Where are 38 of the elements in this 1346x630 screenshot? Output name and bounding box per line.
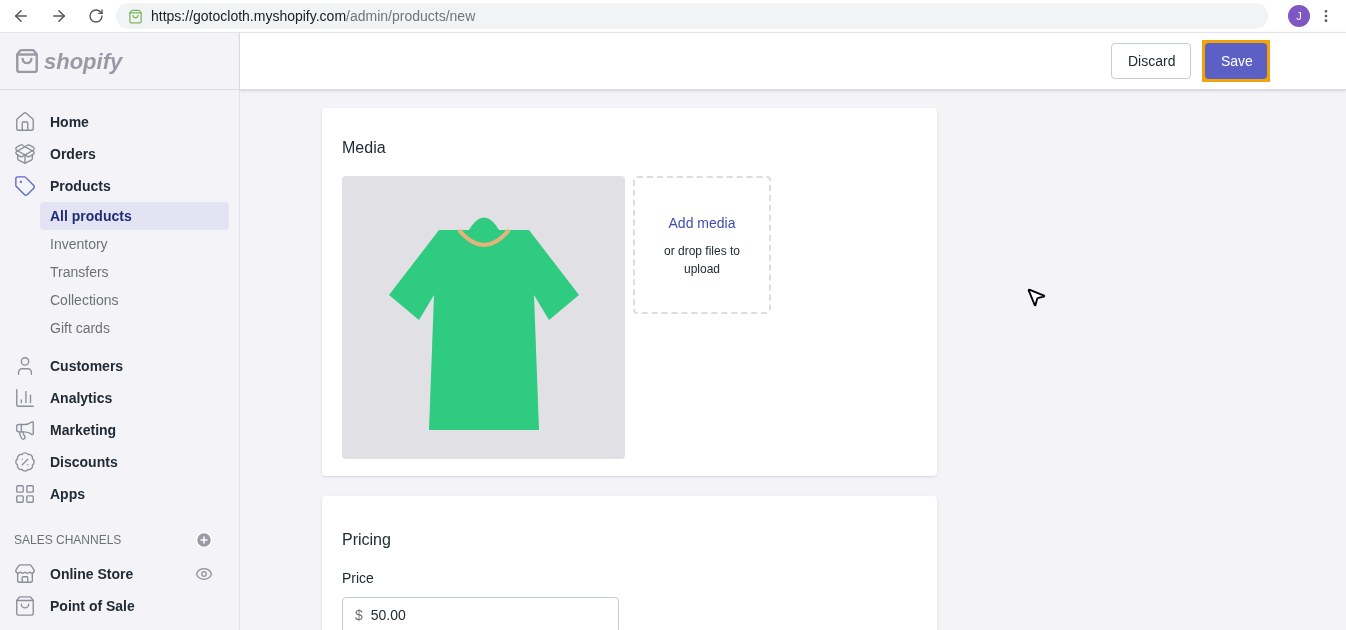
nav-item[interactable]: Marketing xyxy=(10,414,229,446)
card-title: Pricing xyxy=(342,530,392,550)
shopping-bag-icon xyxy=(128,8,143,24)
upload-dropzone[interactable]: Add media or drop files to upload xyxy=(633,176,771,314)
avatar[interactable]: J xyxy=(1288,5,1310,27)
nav-subitem[interactable]: Transfers xyxy=(40,258,229,286)
forward-icon[interactable] xyxy=(50,7,68,25)
nav-item[interactable]: Home xyxy=(10,106,229,138)
drop-hint: or drop files to upload xyxy=(662,242,741,278)
cursor-icon xyxy=(1025,286,1047,308)
back-icon[interactable] xyxy=(12,7,30,25)
reload-icon[interactable] xyxy=(88,8,104,24)
nav-item[interactable]: Discounts xyxy=(10,446,229,478)
field-label: Price xyxy=(342,569,375,588)
discard-button[interactable]: Discard xyxy=(1111,43,1191,79)
nav-subitem[interactable]: Collections xyxy=(40,286,229,314)
add-media-label: Add media xyxy=(668,213,736,233)
card-title: Media xyxy=(342,138,387,158)
nav-item[interactable]: Orders xyxy=(10,138,229,170)
logo-text: shopify xyxy=(44,47,123,76)
nav-item[interactable]: Apps xyxy=(10,478,229,510)
add-icon[interactable] xyxy=(195,531,213,549)
nav-subitem[interactable]: All products xyxy=(40,202,229,230)
address-bar[interactable]: https://gotocloth.myshopify.com/admin/products/new xyxy=(116,3,1268,29)
store-icon xyxy=(14,563,36,585)
shopping-bag-icon xyxy=(14,595,36,617)
logo-icon xyxy=(14,48,40,74)
nav-item[interactable]: Customers xyxy=(10,350,229,382)
nav-item[interactable]: Online Store xyxy=(10,558,229,590)
save-button[interactable]: Save xyxy=(1205,43,1267,79)
url-text: https://gotocloth.myshopify.com/admin/products/new xyxy=(151,6,476,26)
nav-item[interactable]: Products xyxy=(10,170,229,202)
section-heading: SALES CHANNELS xyxy=(14,532,122,549)
nav-item[interactable]: Analytics xyxy=(10,382,229,414)
nav-subitem[interactable]: Inventory xyxy=(40,230,229,258)
nav-subitem[interactable]: Gift cards xyxy=(40,314,229,342)
nav-item[interactable]: Point of Sale xyxy=(10,590,229,622)
price-field[interactable]: $ 50.00 xyxy=(342,597,619,630)
